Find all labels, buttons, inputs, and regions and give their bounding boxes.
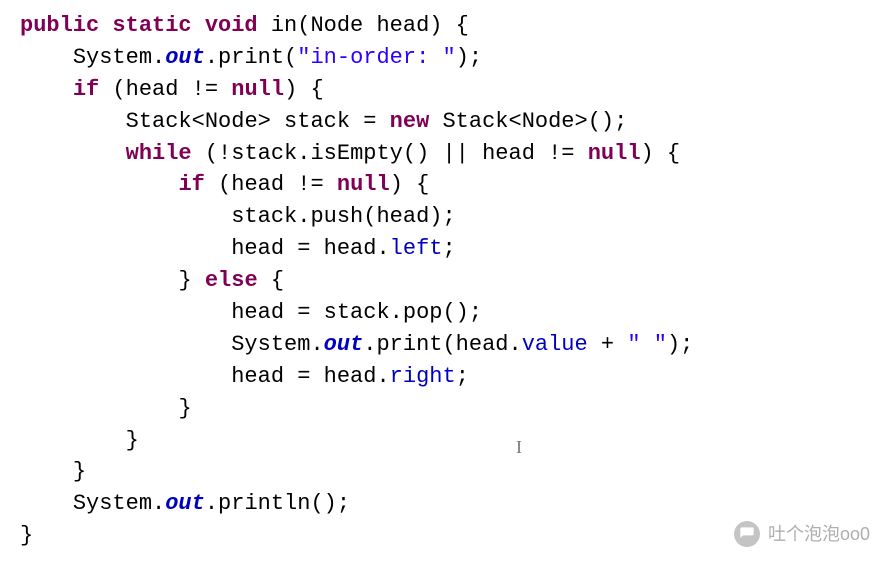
line-15: } [20,459,86,484]
line-2: System.out.print("in-order: "); [20,45,482,70]
watermark-text: 吐个泡泡oo0 [768,521,870,547]
line-1: public static void in(Node head) { [20,13,469,38]
text-cursor-icon: I [516,434,522,460]
chat-bubble-icon [734,521,760,547]
line-12: head = head.right; [20,364,469,389]
line-14: } [20,428,139,453]
line-13: } [20,396,192,421]
line-16: System.out.println(); [20,491,350,516]
line-17: } [20,523,33,548]
line-6: if (head != null) { [20,172,429,197]
line-11: System.out.print(head.value + " "); [20,332,693,357]
code-block: public static void in(Node head) { Syste… [20,10,868,552]
line-4: Stack<Node> stack = new Stack<Node>(); [20,109,627,134]
line-5: while (!stack.isEmpty() || head != null)… [20,141,680,166]
watermark: 吐个泡泡oo0 [734,521,870,547]
keywords-modifiers: public static void [20,13,258,38]
line-10: head = stack.pop(); [20,300,482,325]
line-7: stack.push(head); [20,204,456,229]
line-9: } else { [20,268,284,293]
line-8: head = head.left; [20,236,456,261]
line-3: if (head != null) { [20,77,324,102]
